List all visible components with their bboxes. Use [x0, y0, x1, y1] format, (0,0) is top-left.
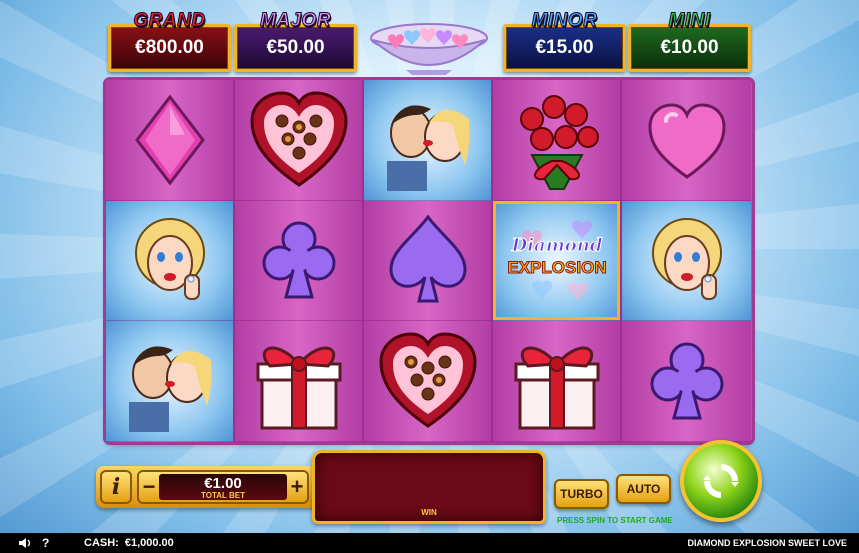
symbol-cell	[235, 321, 362, 442]
mini-jackpot: MINI €10.00	[628, 10, 751, 72]
autoplay-button[interactable]: AUTO	[616, 474, 671, 504]
blonde-woman-ring-icon	[651, 218, 722, 301]
help-button[interactable]: ?	[42, 536, 49, 550]
minor-jackpot-title: MINOR	[531, 10, 598, 32]
couple-kissing-icon	[128, 346, 211, 432]
bet-control: − €1.00 TOTAL BET +	[137, 470, 309, 504]
sound-icon[interactable]	[18, 537, 32, 549]
symbol-cell	[622, 321, 751, 442]
pink-diamond-suit-icon	[134, 94, 205, 186]
purple-spade-suit-icon	[388, 214, 467, 303]
symbol-cell	[622, 200, 751, 322]
status-bar: ? CASH: €1,000.00 DIAMOND EXPLOSION SWEET…	[0, 533, 859, 553]
symbol-cell	[493, 80, 620, 201]
minor-jackpot-value: €15.00	[535, 37, 594, 58]
mini-jackpot-title: MINI	[668, 10, 711, 32]
game-title: DIAMOND EXPLOSION SWEET LOVE	[687, 538, 847, 548]
increase-bet-button[interactable]: +	[287, 472, 307, 502]
major-jackpot: MAJOR €50.00	[234, 10, 357, 72]
win-label: WIN	[421, 508, 437, 517]
reel-4: Diamond EXPLOSION	[493, 80, 622, 442]
symbol-cell	[622, 80, 751, 201]
spin-button[interactable]	[680, 440, 762, 522]
gift-box-icon	[256, 346, 341, 430]
purple-club-suit-icon	[650, 342, 723, 420]
scatter-line1: Diamond	[510, 235, 602, 256]
candy-bowl-icon	[370, 23, 488, 75]
grand-jackpot: GRAND €800.00	[108, 10, 231, 72]
total-bet-label: TOTAL BET	[201, 491, 245, 500]
symbol-cell	[106, 200, 233, 322]
reel-5	[622, 80, 751, 442]
cash-display: CASH: €1,000.00	[84, 537, 174, 549]
major-jackpot-title: MAJOR	[259, 10, 332, 32]
reel-2	[235, 80, 364, 442]
win-display: WIN	[312, 450, 546, 524]
decrease-bet-button[interactable]: −	[139, 472, 159, 502]
symbol-cell	[364, 321, 491, 442]
symbol-cell	[106, 80, 233, 201]
grand-jackpot-value: €800.00	[135, 37, 204, 58]
minor-jackpot: MINOR €15.00	[503, 10, 626, 72]
couple-kissing-icon	[386, 105, 469, 191]
info-button[interactable]: i	[100, 470, 132, 504]
scatter-line2: EXPLOSION	[507, 258, 606, 277]
symbol-cell	[364, 201, 491, 322]
symbol-cell	[364, 80, 491, 201]
reel-1	[106, 80, 235, 442]
chocolate-heart-box-icon	[249, 91, 348, 187]
reel-3	[364, 80, 493, 442]
diamond-explosion-scatter: Diamond EXPLOSION	[493, 200, 620, 322]
gift-box-icon	[514, 346, 599, 430]
symbol-cell	[493, 321, 620, 442]
blonde-woman-ring-icon	[134, 218, 205, 301]
purple-club-suit-icon	[262, 221, 335, 299]
cash-value: €1,000.00	[124, 537, 174, 549]
symbol-cell	[235, 80, 362, 201]
mini-jackpot-value: €10.00	[660, 37, 719, 58]
cash-label: CASH:	[84, 537, 119, 549]
major-jackpot-value: €50.00	[266, 37, 325, 58]
grand-jackpot-title: GRAND	[133, 10, 206, 32]
turbo-button[interactable]: TURBO	[554, 479, 609, 509]
symbol-cell	[235, 201, 362, 322]
diamond-explosion-logo-icon: Diamond EXPLOSION	[506, 220, 607, 303]
chocolate-heart-box-icon	[378, 332, 477, 428]
total-bet-value: €1.00	[204, 475, 242, 492]
spin-arrows-icon	[703, 464, 739, 498]
pink-heart-suit-icon	[647, 103, 726, 179]
total-bet-display: €1.00 TOTAL BET	[159, 474, 287, 500]
spin-hint-text: PRESS SPIN TO START GAME	[557, 516, 673, 525]
rose-bouquet-icon	[519, 94, 599, 190]
reel-grid: Diamond EXPLOSION	[106, 80, 752, 442]
symbol-cell	[106, 321, 233, 442]
